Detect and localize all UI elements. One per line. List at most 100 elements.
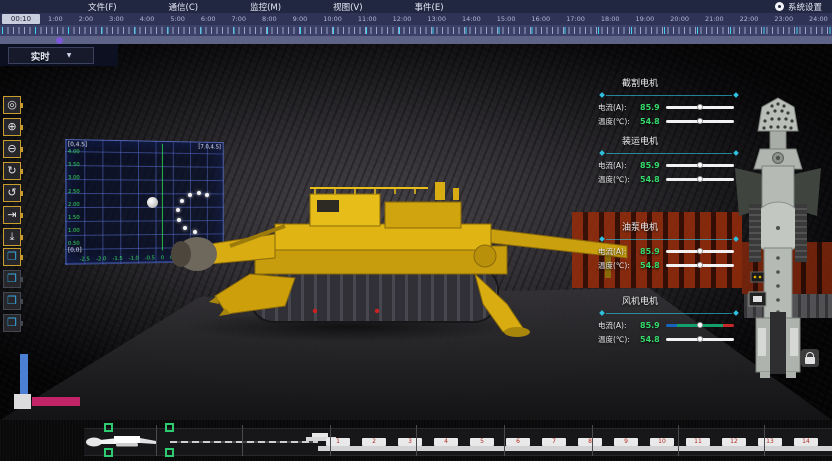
motor-metric-row: 电流(A):85.9 <box>598 100 740 114</box>
tool-pan-vertical-icon[interactable]: ⤓ <box>3 228 21 246</box>
belt-segment-number: 14 <box>802 439 810 445</box>
track-divider-line <box>504 425 505 456</box>
slider-thumb-icon[interactable] <box>697 336 703 342</box>
tool-view-side-icon[interactable]: ❐ <box>3 292 21 310</box>
timeline-ruler[interactable] <box>0 25 832 36</box>
grid-x-tick-label: -2.0 <box>96 257 106 263</box>
grid-y-tick-label: 1.50 <box>68 216 80 222</box>
lock-button[interactable] <box>801 349 819 367</box>
scrubber-handle-icon[interactable] <box>56 37 63 44</box>
divider-dot-icon <box>733 150 739 156</box>
timeline-hour-label: 9:00 <box>293 15 308 23</box>
motor-panel-title: 油泵电机 <box>598 220 740 233</box>
arc-dot-icon <box>205 193 209 197</box>
arc-dot-icon <box>183 226 187 230</box>
metric-value: 85.9 <box>640 103 666 112</box>
grid-x-tick-label: -2.5 <box>79 257 89 263</box>
metric-label: 电流(A): <box>598 246 640 257</box>
metric-slider[interactable] <box>666 106 734 109</box>
metric-value: 54.8 <box>640 117 666 126</box>
timeline-hours: 1:002:003:004:005:006:007:008:009:0010:0… <box>48 13 828 25</box>
grid-x-tick-label: -1.5 <box>113 257 123 263</box>
metric-value: 85.9 <box>640 321 666 330</box>
roadheader-3d-model[interactable] <box>135 106 650 346</box>
system-settings-button[interactable]: 系统设置 <box>775 0 822 13</box>
selection-brackets <box>104 423 174 457</box>
mode-value: 实时 <box>31 49 57 63</box>
metric-slider[interactable] <box>666 264 734 267</box>
slider-thumb-icon[interactable] <box>697 322 703 328</box>
timeline-hour-label: 12:00 <box>393 15 412 23</box>
timeline-hour-label: 15:00 <box>497 15 516 23</box>
metric-slider[interactable] <box>666 338 734 341</box>
belt-segment: 3 <box>398 438 422 446</box>
divider-dot-icon <box>599 150 605 156</box>
metric-label: 电流(A): <box>598 320 640 331</box>
grid-y-tick-label: 3.50 <box>68 163 80 169</box>
motor-panel: 装运电机电流(A):85.9温度(℃):54.8 <box>598 134 740 186</box>
tool-orbit-icon[interactable]: ◎ <box>3 96 21 114</box>
metric-value: 54.8 <box>640 261 666 270</box>
timeline-hour-label: 23:00 <box>774 15 793 23</box>
timeline-scrubber-track[interactable] <box>0 36 832 44</box>
metric-label: 温度(℃): <box>598 334 640 345</box>
panel-divider <box>600 237 738 241</box>
metric-slider[interactable] <box>666 324 734 327</box>
viewport-3d[interactable]: [0,4.5] [7.0,4.5] [0,0] 4.003.503.002.50… <box>0 44 832 420</box>
motor-panel-title: 装运电机 <box>598 134 740 147</box>
equipment-track-bar: 1234567891011121314 <box>0 420 832 461</box>
slider-thumb-icon[interactable] <box>697 248 703 254</box>
metric-slider[interactable] <box>666 120 734 123</box>
timeline-hour-label: 1:00 <box>48 15 63 23</box>
arc-dot-icon <box>193 230 197 234</box>
tool-rotate-cw-icon[interactable]: ↻ <box>3 162 21 180</box>
slider-thumb-icon[interactable] <box>697 176 703 182</box>
metric-value: 85.9 <box>640 161 666 170</box>
grid-y-tick-label: 4.00 <box>68 150 80 156</box>
belt-segment: 8 <box>578 438 602 446</box>
slider-thumb-icon[interactable] <box>697 162 703 168</box>
menu-comm[interactable]: 通信(C) <box>169 1 199 13</box>
motor-panel: 截割电机电流(A):85.9温度(℃):54.8 <box>598 76 740 128</box>
tool-zoom-out-icon[interactable]: ⊖ <box>3 140 21 158</box>
track-divider-line <box>242 425 243 456</box>
tool-zoom-in-icon[interactable]: ⊕ <box>3 118 21 136</box>
timeline-hour-label: 3:00 <box>109 15 124 23</box>
menu-view[interactable]: 视图(V) <box>333 1 362 13</box>
belt-segment: 9 <box>614 438 638 446</box>
menu-event[interactable]: 事件(E) <box>415 1 444 13</box>
timeline-hour-label: 10:00 <box>323 15 342 23</box>
belt-segment: 2 <box>362 438 386 446</box>
motor-metric-row: 电流(A):85.9 <box>598 244 740 258</box>
panel-divider <box>600 93 738 97</box>
metric-slider[interactable] <box>666 250 734 253</box>
tool-view-front-icon[interactable]: ❐ <box>3 270 21 288</box>
metric-value: 54.8 <box>640 175 666 184</box>
belt-segment-number: 7 <box>552 439 556 445</box>
slider-thumb-icon[interactable] <box>697 118 703 124</box>
metric-slider[interactable] <box>666 164 734 167</box>
tool-rotate-ccw-icon[interactable]: ↺ <box>3 184 21 202</box>
metric-slider[interactable] <box>666 178 734 181</box>
cube-view-toolbar: ❐ ❐ ❐ ❐ <box>3 248 23 332</box>
panel-divider <box>600 311 738 315</box>
menu-monitor[interactable]: 监控(M) <box>250 1 281 13</box>
motor-metric-row: 温度(℃):54.8 <box>598 172 740 186</box>
mode-dropdown[interactable]: 实时 ▼ <box>8 47 94 64</box>
tool-pan-horizontal-icon[interactable]: ⇥ <box>3 206 21 224</box>
track-divider-line <box>764 425 765 456</box>
belt-segment-number: 10 <box>658 439 666 445</box>
slider-thumb-icon[interactable] <box>697 262 703 268</box>
belt-segment: 10 <box>650 438 674 446</box>
menu-file[interactable]: 文件(F) <box>88 1 117 13</box>
metric-value: 54.8 <box>640 335 666 344</box>
belt-segment-number: 6 <box>516 439 520 445</box>
tool-view-iso-icon[interactable]: ❐ <box>3 248 21 266</box>
app-window: 文件(F) 通信(C) 监控(M) 视图(V) 事件(E) 系统设置 00:10… <box>0 0 832 461</box>
tool-view-top-icon[interactable]: ❐ <box>3 314 21 332</box>
slider-thumb-icon[interactable] <box>697 104 703 110</box>
divider-dot-icon <box>599 92 605 98</box>
belt-segment: 7 <box>542 438 566 446</box>
belt-segment: 4 <box>434 438 458 446</box>
timeline-hour-label: 14:00 <box>462 15 481 23</box>
